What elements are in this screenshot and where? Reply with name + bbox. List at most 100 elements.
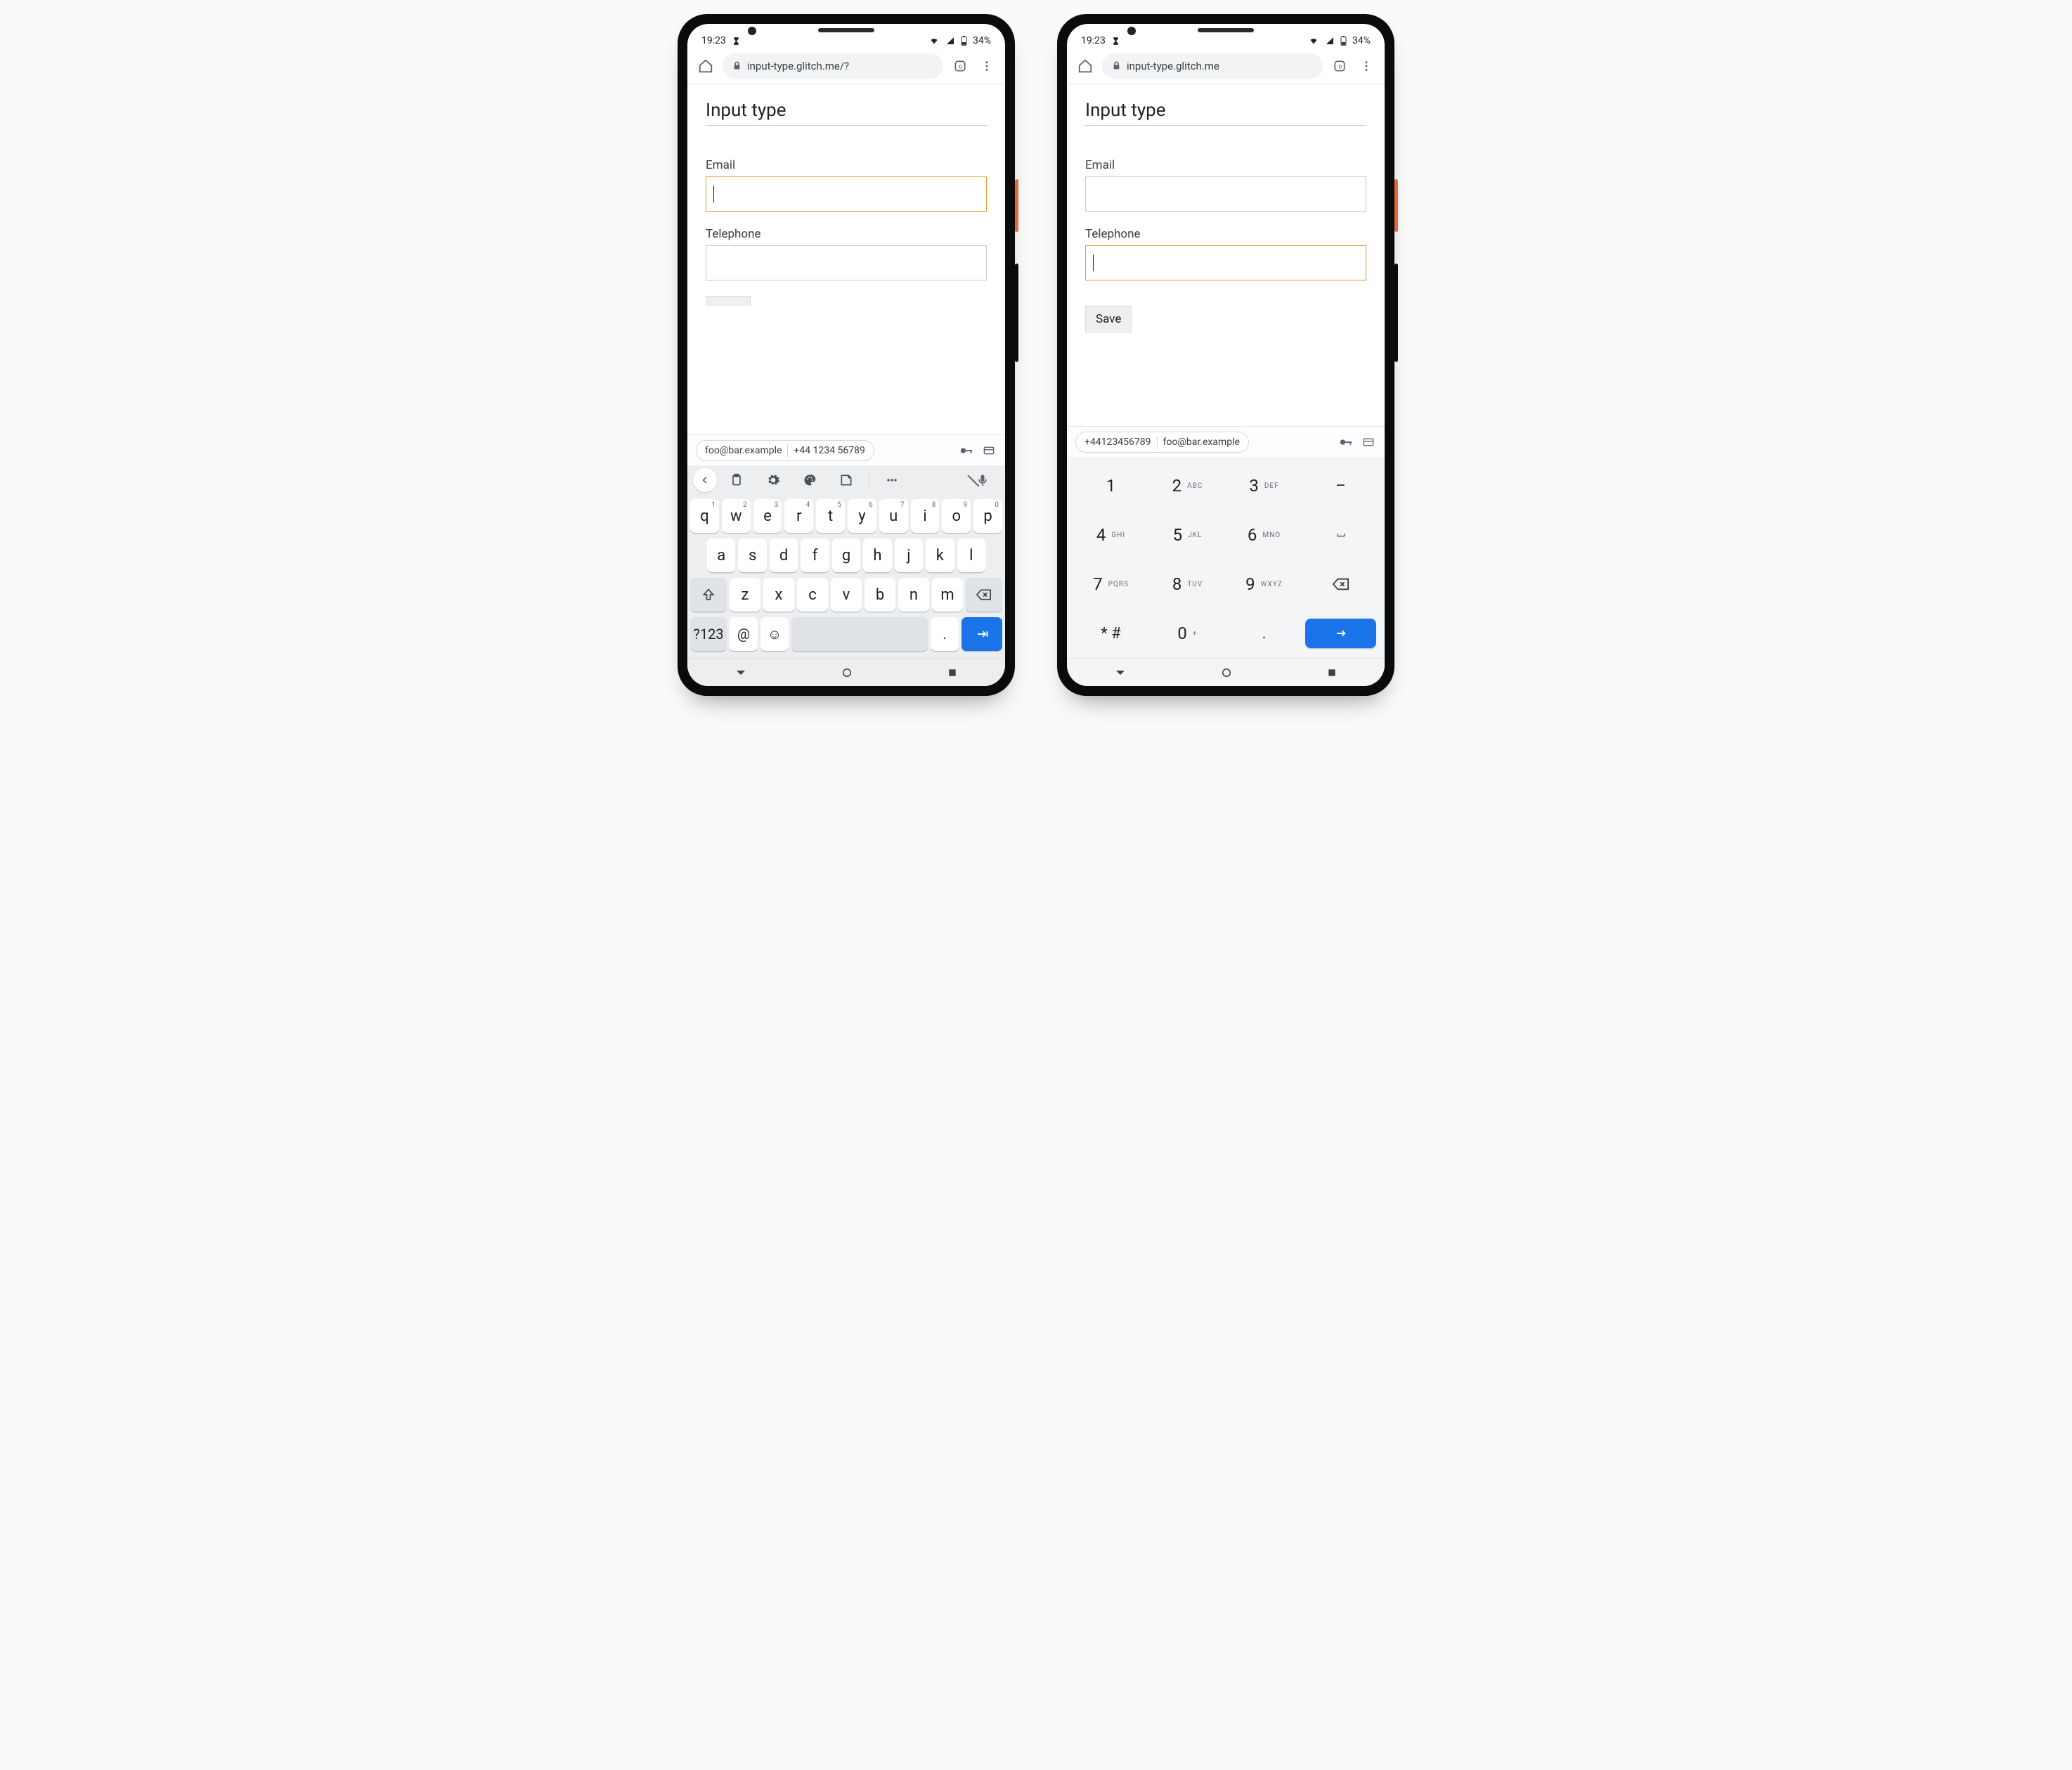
key-q[interactable]: q1 xyxy=(690,499,719,533)
opkey[interactable]: . xyxy=(1229,612,1300,655)
phone-2: 19:23 34% input-type.glitch.me :D Input … xyxy=(1057,14,1394,696)
key-icon[interactable] xyxy=(959,443,974,458)
at-key[interactable]: @ xyxy=(730,617,758,651)
nav-home-icon[interactable] xyxy=(1220,666,1233,679)
key-t[interactable]: t5 xyxy=(816,499,845,533)
key-o[interactable]: o9 xyxy=(942,499,971,533)
dot-key[interactable]: . xyxy=(931,617,959,651)
collapse-chevron-icon[interactable] xyxy=(693,468,717,492)
key-g[interactable]: g xyxy=(832,538,860,572)
enter-key[interactable] xyxy=(961,617,1002,651)
key-b[interactable]: b xyxy=(865,578,895,612)
autofill-chip[interactable]: +44123456789 foo@bar.example xyxy=(1075,432,1249,453)
key-i[interactable]: i8 xyxy=(911,499,940,533)
numkey-7[interactable]: 7PQRS xyxy=(1075,562,1146,606)
volume-button[interactable] xyxy=(1015,264,1018,362)
enter-key[interactable] xyxy=(1305,619,1376,648)
numkey-4[interactable]: 4GHI xyxy=(1075,513,1146,557)
numkey-8[interactable]: 8TUV xyxy=(1152,562,1223,606)
palette-icon[interactable] xyxy=(793,473,827,487)
power-button[interactable] xyxy=(1015,179,1018,232)
numkey-1[interactable]: 1 xyxy=(1075,464,1146,508)
autofill-chip[interactable]: foo@bar.example +44 1234 56789 xyxy=(696,440,874,461)
key-d[interactable]: d xyxy=(770,538,798,572)
key-w[interactable]: w2 xyxy=(722,499,751,533)
numkey-3[interactable]: 3DEF xyxy=(1229,464,1300,508)
autofill-bar: foo@bar.example +44 1234 56789 xyxy=(687,434,1005,465)
keyboard-toolbar xyxy=(687,465,1005,495)
email-field[interactable] xyxy=(706,176,987,212)
key-y[interactable]: y6 xyxy=(848,499,876,533)
nav-keyboard-hide-icon[interactable] xyxy=(734,666,747,679)
dino-icon[interactable]: :D xyxy=(950,59,970,73)
sticker-icon[interactable] xyxy=(829,473,863,487)
telephone-field[interactable] xyxy=(1085,245,1366,280)
numkey-2[interactable]: 2ABC xyxy=(1152,464,1223,508)
nav-home-icon[interactable] xyxy=(841,666,853,679)
autofill-email: foo@bar.example xyxy=(705,445,782,456)
key-h[interactable]: h xyxy=(863,538,891,572)
mic-off-icon[interactable] xyxy=(966,473,999,487)
nav-recent-icon[interactable] xyxy=(947,667,958,678)
key-s[interactable]: s xyxy=(738,538,766,572)
numkey-0[interactable]: 0+ xyxy=(1152,612,1223,655)
backspace-key[interactable] xyxy=(966,578,1002,612)
save-button[interactable]: Save xyxy=(1085,306,1132,332)
key-f[interactable]: f xyxy=(801,538,829,572)
address-bar[interactable]: input-type.glitch.me xyxy=(1102,53,1323,79)
backspace-key[interactable] xyxy=(1305,562,1376,606)
home-icon[interactable] xyxy=(696,58,716,74)
home-icon[interactable] xyxy=(1075,58,1095,74)
key-j[interactable]: j xyxy=(895,538,923,572)
key-m[interactable]: m xyxy=(932,578,963,612)
telephone-field[interactable] xyxy=(706,245,987,280)
email-field[interactable] xyxy=(1085,176,1366,212)
clipboard-icon[interactable] xyxy=(720,473,753,487)
card-icon[interactable] xyxy=(1361,437,1376,448)
numkey-6[interactable]: 6MNO xyxy=(1229,513,1300,557)
autofill-bar: +44123456789 foo@bar.example xyxy=(1067,426,1385,457)
key-icon[interactable] xyxy=(1338,434,1354,450)
power-button[interactable] xyxy=(1394,179,1398,232)
key-e[interactable]: e3 xyxy=(753,499,782,533)
key-n[interactable]: n xyxy=(898,578,929,612)
more-icon[interactable] xyxy=(1356,60,1376,72)
space-key[interactable] xyxy=(1305,513,1376,557)
opkey[interactable]: – xyxy=(1305,464,1376,508)
key-c[interactable]: c xyxy=(797,578,828,612)
emoji-key[interactable]: ☺ xyxy=(760,617,789,651)
key-z[interactable]: z xyxy=(730,578,760,612)
card-icon[interactable] xyxy=(981,445,997,456)
key-p[interactable]: p0 xyxy=(973,499,1002,533)
numkey-5[interactable]: 5JKL xyxy=(1152,513,1223,557)
key-r[interactable]: r4 xyxy=(784,499,813,533)
key-u[interactable]: u7 xyxy=(879,499,908,533)
url-text: input-type.glitch.me xyxy=(1127,60,1219,72)
nav-recent-icon[interactable] xyxy=(1326,667,1338,678)
key-a[interactable]: a xyxy=(707,538,735,572)
browser-toolbar: input-type.glitch.me/? :D xyxy=(687,48,1005,84)
opkey[interactable]: * # xyxy=(1075,612,1146,655)
address-bar[interactable]: input-type.glitch.me/? xyxy=(723,53,943,79)
telephone-label: Telephone xyxy=(1085,227,1366,241)
page-content: Input type Email Telephone Save xyxy=(1067,84,1385,426)
dino-icon[interactable]: :D xyxy=(1330,59,1349,73)
key-x[interactable]: x xyxy=(763,578,794,612)
gear-icon[interactable] xyxy=(756,473,790,487)
key-v[interactable]: v xyxy=(831,578,862,612)
numkey-9[interactable]: 9WXYZ xyxy=(1229,562,1300,606)
space-key[interactable] xyxy=(791,617,928,651)
email-label: Email xyxy=(706,158,987,172)
symbols-key[interactable]: ?123 xyxy=(690,617,727,651)
volume-button[interactable] xyxy=(1394,264,1398,362)
nav-keyboard-hide-icon[interactable] xyxy=(1114,666,1127,679)
more-icon[interactable] xyxy=(977,60,997,72)
more-dots-icon[interactable] xyxy=(875,473,909,487)
browser-toolbar: input-type.glitch.me :D xyxy=(1067,48,1385,84)
key-k[interactable]: k xyxy=(926,538,954,572)
svg-text::D: :D xyxy=(958,63,963,70)
key-l[interactable]: l xyxy=(957,538,985,572)
nav-bar xyxy=(687,658,1005,686)
clock: 19:23 xyxy=(1081,35,1106,46)
shift-key[interactable] xyxy=(690,578,727,612)
